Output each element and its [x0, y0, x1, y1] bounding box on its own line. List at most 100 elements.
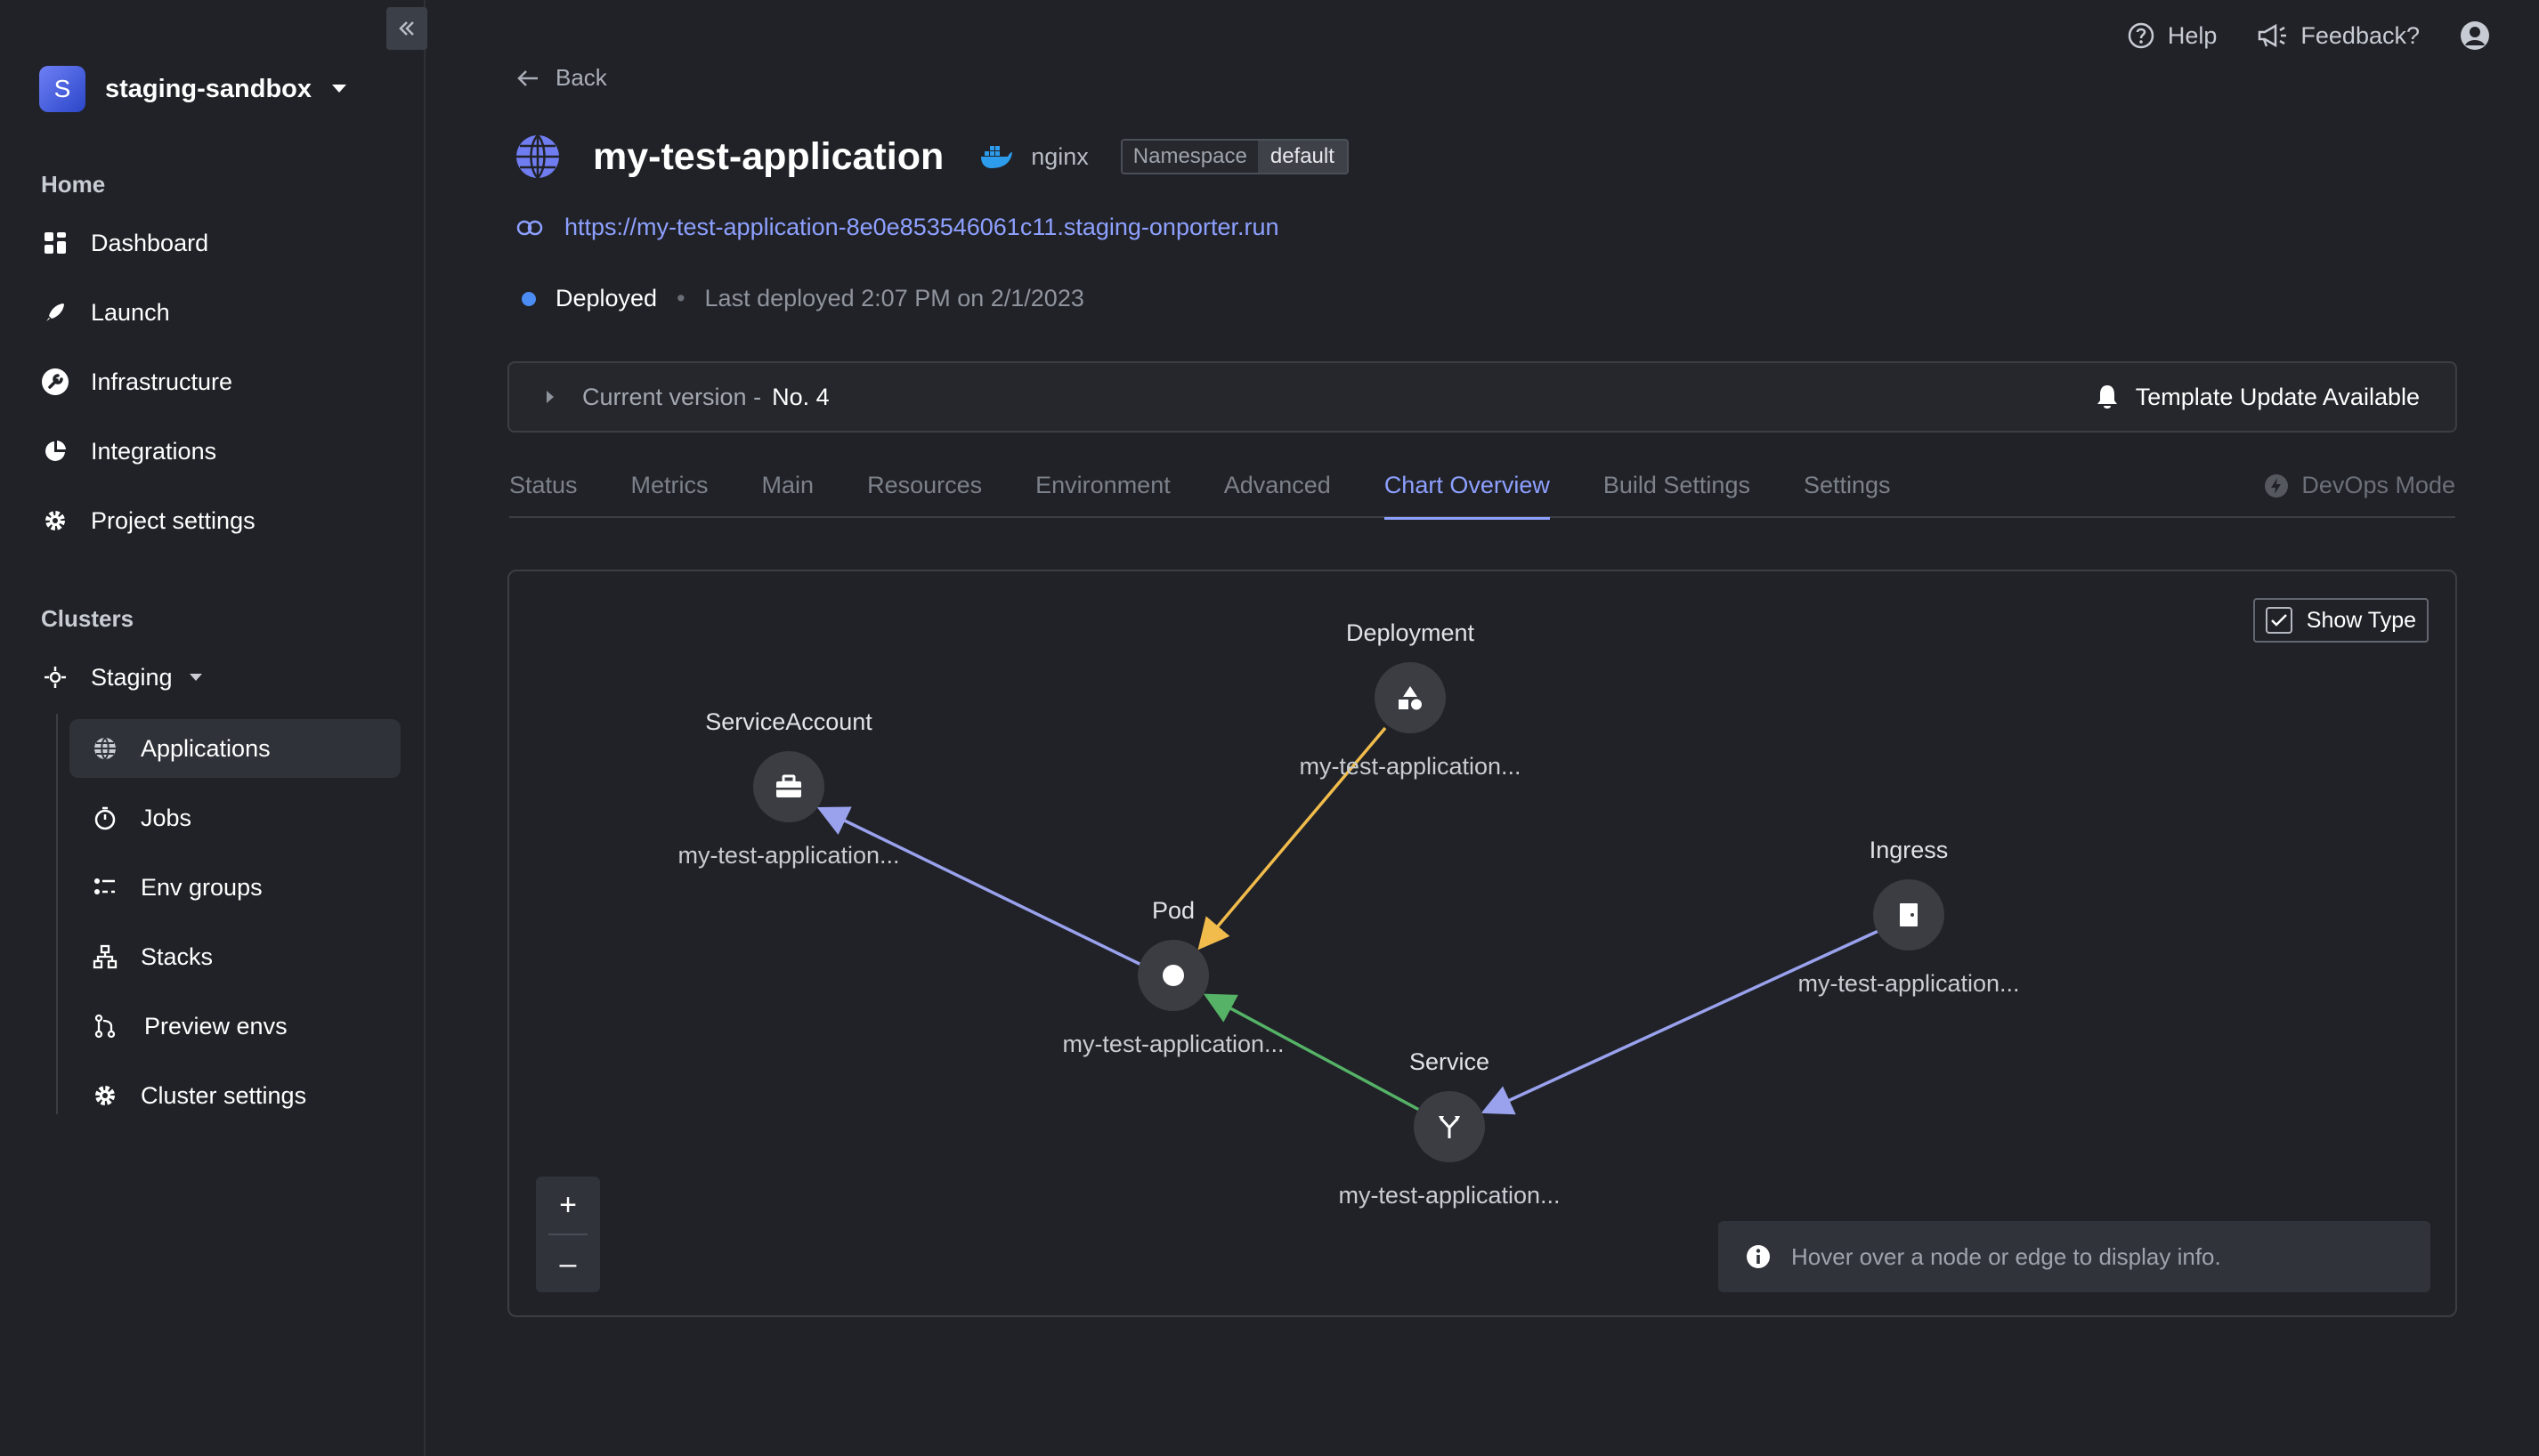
clusters-heading: Clusters: [41, 605, 134, 632]
node-deployment[interactable]: [1375, 662, 1446, 733]
feedback-button[interactable]: Feedback?: [2256, 21, 2420, 50]
sidebar-item-stacks[interactable]: Stacks: [91, 927, 213, 986]
node-service[interactable]: [1414, 1091, 1485, 1162]
tab-main[interactable]: Main: [762, 472, 815, 518]
sidebar-item-label: Jobs: [141, 804, 192, 831]
pie-icon: [41, 437, 69, 465]
last-deployed: Last deployed 2:07 PM on 2/1/2023: [704, 285, 1084, 311]
arrow-left-icon: [517, 69, 538, 86]
sidebar-item-label: Integrations: [91, 437, 217, 465]
namespace-badge: Namespace default: [1120, 139, 1349, 174]
edge-ingress-service: [1480, 929, 1879, 1115]
globe-icon: [516, 134, 559, 179]
node-serviceaccount[interactable]: [753, 751, 824, 822]
back-button[interactable]: Back: [516, 64, 607, 92]
tab-resources[interactable]: Resources: [867, 472, 982, 518]
project-avatar: S: [39, 66, 85, 112]
help-label: Help: [2167, 21, 2218, 49]
info-icon: [1747, 1245, 1770, 1268]
template-update-label: Template Update Available: [2135, 383, 2420, 410]
account-button[interactable]: [2459, 20, 2503, 52]
tab-build-settings[interactable]: Build Settings: [1603, 472, 1750, 518]
node-type-deployment: Deployment: [1345, 619, 1475, 646]
sidebar-item-label: Preview envs: [144, 1012, 288, 1039]
tab-settings[interactable]: Settings: [1804, 472, 1891, 518]
env-icon: [91, 873, 119, 902]
tab-environment[interactable]: Environment: [1035, 472, 1171, 518]
node-name-ingress: my-test-application...: [1797, 970, 2020, 997]
zoom-out-button[interactable]: –: [536, 1235, 600, 1292]
node-type-pod: Pod: [1151, 897, 1196, 924]
globe-icon: [91, 734, 119, 763]
app-url: https://my-test-application-8e0e85354606…: [564, 214, 1279, 240]
sidebar-item-label: Project settings: [91, 506, 256, 534]
node-name-serviceaccount: my-test-application...: [677, 842, 900, 869]
dot-icon: [1163, 965, 1184, 986]
wrench-icon: [41, 368, 69, 396]
sidebar-item-label: Applications: [141, 734, 271, 762]
sidebar-item-label: Stacks: [141, 942, 214, 970]
tab-bar: Status Metrics Main Resources Environmen…: [509, 472, 2455, 520]
user-circle-icon: [2461, 21, 2489, 50]
collapse-sidebar-button[interactable]: [386, 7, 427, 50]
devops-mode-toggle[interactable]: DevOps Mode: [2264, 472, 2455, 499]
sidebar-item-preview-envs[interactable]: Preview envs: [91, 997, 288, 1056]
sidebar-item-jobs[interactable]: Jobs: [91, 789, 191, 847]
status-label: Deployed: [556, 285, 658, 311]
show-type-label: Show Type: [2306, 607, 2416, 633]
tab-status[interactable]: Status: [509, 472, 578, 518]
namespace-key: Namespace: [1122, 141, 1258, 173]
show-type-checkbox[interactable]: Show Type: [2252, 598, 2429, 643]
node-pod[interactable]: [1138, 940, 1209, 1011]
node-name-service: my-test-application...: [1338, 1182, 1561, 1209]
help-button[interactable]: Help: [2127, 21, 2218, 50]
status-separator: •: [677, 285, 685, 311]
sidebar-item-launch[interactable]: Launch: [41, 283, 170, 342]
sidebar-item-label: Launch: [91, 298, 170, 326]
hover-info-box: Hover over a node or edge to display inf…: [1718, 1221, 2430, 1292]
timer-icon: [91, 804, 119, 832]
megaphone-icon: [2259, 23, 2287, 48]
grid-icon: [41, 229, 69, 257]
caret-down-icon: [189, 674, 202, 681]
sidebar-item-label: Dashboard: [91, 229, 209, 256]
node-type-serviceaccount: ServiceAccount: [705, 708, 872, 735]
chart-overview-graph[interactable]: ServiceAccount my-test-application... De…: [507, 570, 2457, 1317]
deploy-status: Deployed • Last deployed 2:07 PM on 2/1/…: [522, 285, 1084, 312]
shapes-icon: [1399, 686, 1422, 710]
current-version-bar[interactable]: Current version - No. 4 Template Update …: [507, 361, 2457, 433]
tab-metrics[interactable]: Metrics: [631, 472, 709, 518]
top-bar: Help Feedback?: [2088, 20, 2503, 52]
tab-advanced[interactable]: Advanced: [1224, 472, 1331, 518]
sidebar-item-applications[interactable]: Applications: [69, 719, 401, 778]
app-title-row: my-test-application nginx Namespace defa…: [515, 133, 1349, 180]
project-name: staging-sandbox: [105, 74, 312, 103]
sidebar-item-integrations[interactable]: Integrations: [41, 422, 216, 481]
sidebar-item-infrastructure[interactable]: Infrastructure: [41, 352, 232, 411]
status-dot: [522, 291, 536, 306]
cluster-selector-staging[interactable]: Staging: [41, 648, 203, 707]
sidebar-item-cluster-settings[interactable]: Cluster settings: [91, 1066, 306, 1125]
tab-chart-overview[interactable]: Chart Overview: [1383, 472, 1550, 520]
node-name-pod: my-test-application...: [1062, 1031, 1285, 1057]
caret-down-icon: [332, 85, 347, 93]
sidebar-item-label: Env groups: [141, 873, 263, 901]
node-ingress[interactable]: [1873, 879, 1944, 950]
edge-pod-serviceaccount: [816, 806, 1142, 967]
version-label: Current version -: [582, 383, 762, 410]
sidebar-item-project-settings[interactable]: Project settings: [41, 491, 256, 550]
node-name-deployment: my-test-application...: [1299, 753, 1521, 780]
app-url-link[interactable]: https://my-test-application-8e0e85354606…: [516, 214, 1279, 241]
stacks-icon: [91, 942, 119, 971]
zoom-in-button[interactable]: +: [536, 1177, 600, 1234]
sidebar-item-label: Cluster settings: [141, 1081, 307, 1109]
template-update-button[interactable]: Template Update Available: [2095, 384, 2420, 411]
cluster-name: Staging: [91, 663, 173, 691]
sidebar-item-env-groups[interactable]: Env groups: [91, 858, 263, 917]
checkbox-checked-icon: [2265, 607, 2292, 634]
briefcase-icon: [776, 774, 801, 797]
sidebar-item-dashboard[interactable]: Dashboard: [41, 214, 208, 272]
docker-icon: [981, 146, 1013, 168]
devops-label: DevOps Mode: [2301, 472, 2455, 498]
project-selector[interactable]: S staging-sandbox: [39, 66, 347, 112]
